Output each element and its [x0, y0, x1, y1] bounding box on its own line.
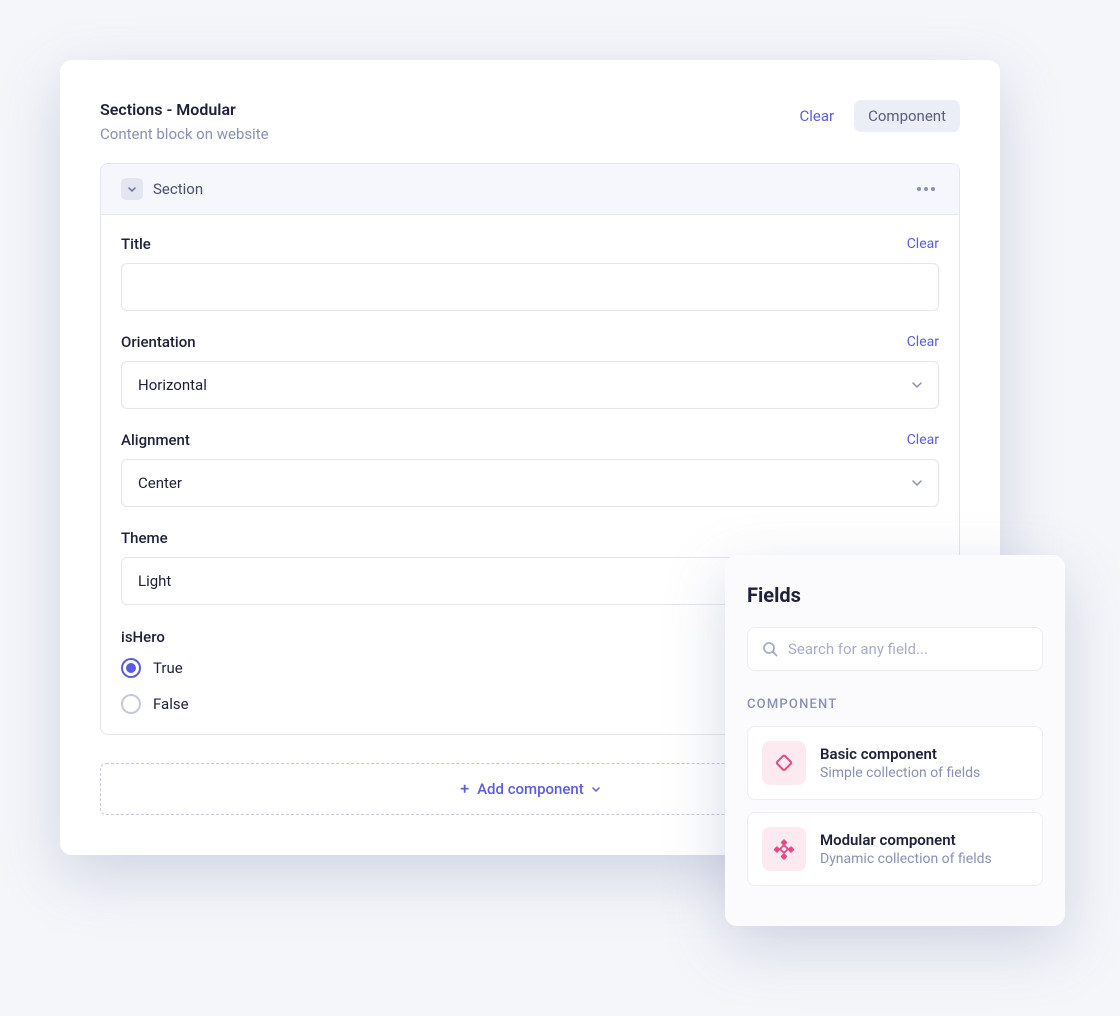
dots-icon — [917, 187, 921, 191]
component-group-label: COMPONENT — [747, 697, 1043, 712]
search-field[interactable] — [747, 627, 1043, 671]
more-button[interactable] — [913, 183, 939, 195]
diamonds-icon — [762, 827, 806, 871]
orientation-value: Horizontal — [138, 376, 207, 394]
orientation-select[interactable]: Horizontal — [121, 361, 939, 409]
basic-component-card[interactable]: Basic component Simple collection of fie… — [747, 726, 1043, 800]
alignment-clear[interactable]: Clear — [907, 432, 939, 448]
header-left: Sections - Modular Content block on webs… — [100, 100, 269, 143]
basic-component-desc: Simple collection of fields — [820, 765, 980, 781]
chevron-down-icon — [912, 480, 922, 486]
chevron-down-icon — [592, 787, 600, 792]
plus-icon: + — [460, 781, 469, 797]
basic-component-title: Basic component — [820, 745, 980, 763]
fields-title: Fields — [747, 583, 1043, 607]
theme-label: Theme — [121, 529, 168, 547]
search-icon — [762, 641, 778, 657]
chevron-down-icon — [912, 382, 922, 388]
radio-icon — [121, 694, 141, 714]
radio-true-label: True — [153, 659, 183, 677]
title-input[interactable] — [121, 263, 939, 311]
section-header: Section — [101, 164, 959, 215]
field-orientation: Orientation Clear Horizontal — [121, 333, 939, 409]
header-actions: Clear Component — [790, 100, 961, 132]
section-title: Section — [153, 180, 903, 198]
page-title: Sections - Modular — [100, 100, 269, 119]
alignment-select[interactable]: Center — [121, 459, 939, 507]
ishero-label: isHero — [121, 628, 165, 646]
modular-component-desc: Dynamic collection of fields — [820, 851, 992, 867]
chevron-down-icon — [128, 187, 136, 192]
diamond-icon — [762, 741, 806, 785]
modular-component-title: Modular component — [820, 831, 992, 849]
fields-popup: Fields COMPONENT Basic component Simple … — [725, 555, 1065, 926]
theme-value: Light — [138, 572, 171, 590]
field-alignment: Alignment Clear Center — [121, 431, 939, 507]
orientation-clear[interactable]: Clear — [907, 334, 939, 350]
add-component-label: Add component — [477, 780, 584, 798]
modular-component-card[interactable]: Modular component Dynamic collection of … — [747, 812, 1043, 886]
radio-icon — [121, 658, 141, 678]
field-title: Title Clear — [121, 235, 939, 311]
component-badge: Component — [854, 100, 960, 132]
radio-false-label: False — [153, 695, 189, 713]
header-row: Sections - Modular Content block on webs… — [100, 100, 960, 143]
orientation-label: Orientation — [121, 333, 196, 351]
alignment-value: Center — [138, 474, 182, 492]
alignment-label: Alignment — [121, 431, 190, 449]
search-input[interactable] — [788, 640, 1028, 658]
collapse-button[interactable] — [121, 178, 143, 200]
title-clear[interactable]: Clear — [907, 236, 939, 252]
title-label: Title — [121, 235, 151, 253]
clear-button[interactable]: Clear — [790, 101, 845, 131]
page-subtitle: Content block on website — [100, 125, 269, 143]
